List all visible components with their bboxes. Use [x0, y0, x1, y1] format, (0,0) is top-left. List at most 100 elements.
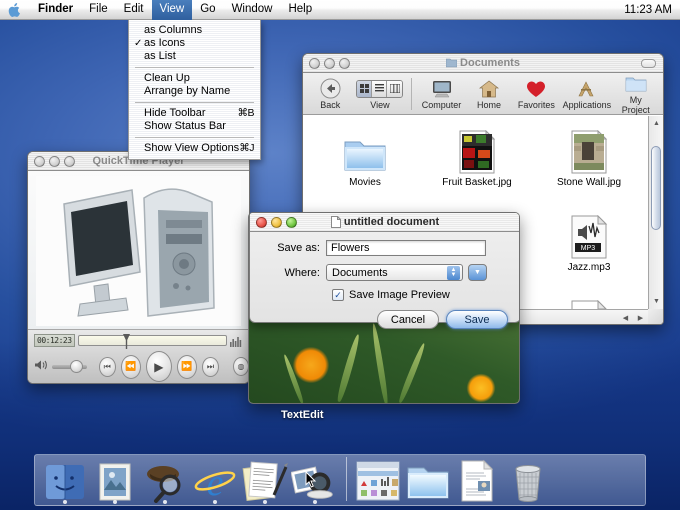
column-view-button[interactable]: [387, 81, 402, 97]
menu-item-clean-up[interactable]: Clean Up: [129, 72, 260, 85]
toolbar-label: Favorites: [518, 100, 555, 110]
save-as-input[interactable]: Flowers: [326, 240, 486, 256]
menu-view[interactable]: View: [152, 0, 193, 20]
menu-help[interactable]: Help: [280, 0, 320, 20]
save-image-preview-row[interactable]: ✓ Save Image Preview: [332, 289, 520, 301]
dock-item-document[interactable]: [454, 455, 502, 503]
fast-forward-button[interactable]: ⏩: [177, 355, 197, 379]
menu-go[interactable]: Go: [192, 0, 223, 20]
save-dialog-titlebar[interactable]: untitled document: [250, 213, 520, 232]
resize-grip-icon[interactable]: ◍: [233, 357, 249, 376]
file-item-stone-wall[interactable]: Stone Wall.jpg: [533, 124, 645, 209]
dock-item-internet-explorer[interactable]: e: [191, 455, 239, 503]
menu-file[interactable]: File: [81, 0, 116, 20]
resize-corner[interactable]: [648, 309, 663, 324]
toolbar-applications-button[interactable]: Applications: [563, 78, 610, 110]
leaf-icon: [371, 323, 390, 404]
minimize-button[interactable]: [324, 58, 335, 69]
dock-item-textedit[interactable]: [241, 455, 289, 503]
file-item-jazz-mp3[interactable]: MP3 Jazz.mp3: [533, 209, 645, 294]
volume-knob[interactable]: [70, 360, 83, 373]
menu-item-as-list[interactable]: as List: [129, 50, 260, 63]
toolbar-back-button[interactable]: Back: [309, 78, 351, 110]
dock-item-system-preferences[interactable]: [354, 455, 402, 503]
scroll-down-arrow[interactable]: ▼: [649, 294, 664, 309]
documents-folder-icon: [404, 461, 452, 503]
menu-window[interactable]: Window: [224, 0, 281, 20]
menu-item-hide-toolbar[interactable]: Hide Toolbar ⌘B: [129, 107, 260, 120]
minimize-button[interactable]: [49, 156, 60, 167]
svg-text:e: e: [207, 462, 224, 503]
save-image-preview-checkbox[interactable]: ✓: [332, 289, 344, 301]
sheet-button-row: Cancel Save: [250, 310, 508, 329]
close-button[interactable]: [309, 58, 320, 69]
menu-item-arrange-by-name[interactable]: Arrange by Name: [129, 85, 260, 98]
menu-item-label: as Columns: [144, 24, 202, 37]
play-button[interactable]: ▶: [146, 351, 172, 382]
menu-edit[interactable]: Edit: [116, 0, 152, 20]
zoom-button[interactable]: [339, 58, 350, 69]
scroll-up-arrow[interactable]: ▲: [649, 116, 664, 131]
toolbar-label: My Project: [622, 95, 650, 115]
zoom-button[interactable]: [64, 156, 75, 167]
zoom-button[interactable]: [286, 217, 297, 228]
scroll-right-arrow[interactable]: ▶: [633, 310, 648, 325]
vertical-scroll-thumb[interactable]: [651, 146, 661, 230]
file-item-movies[interactable]: Movies: [309, 124, 421, 209]
running-indicator: [63, 500, 67, 504]
menu-item-show-status-bar[interactable]: Show Status Bar: [129, 120, 260, 133]
toolbar-toggle-button[interactable]: [641, 59, 656, 68]
menu-separator: [135, 67, 254, 68]
toolbar-my-project-button[interactable]: My Project: [615, 73, 657, 115]
rewind-button[interactable]: ⏪: [121, 355, 141, 379]
document-icon: [458, 459, 498, 503]
file-item-fruit-basket[interactable]: Fruit Basket.jpg: [421, 124, 533, 209]
scroll-left-arrow[interactable]: ◀: [618, 310, 633, 325]
documents-titlebar[interactable]: Documents: [303, 54, 663, 73]
menu-bar-clock[interactable]: 11:23 AM: [624, 4, 672, 16]
where-popup-menu[interactable]: Documents ▲▼: [326, 264, 463, 281]
previous-button[interactable]: ⏮: [99, 357, 116, 377]
apple-logo-icon[interactable]: [8, 3, 20, 17]
quicktime-timeline[interactable]: 00:12:23: [34, 334, 243, 347]
audio-file-icon: MP3: [570, 209, 608, 259]
save-button[interactable]: Save: [446, 310, 508, 329]
toolbar-computer-button[interactable]: Computer: [420, 78, 462, 110]
menu-item-shortcut: ⌘B: [237, 107, 254, 120]
image-document-window[interactable]: untitled document Save as: Flowers Where…: [248, 212, 520, 404]
playhead-icon[interactable]: [123, 334, 130, 349]
vertical-scrollbar[interactable]: ▲ ▼: [648, 116, 663, 309]
dock-item-finder[interactable]: [41, 455, 89, 503]
dock-item-sherlock[interactable]: [141, 455, 189, 503]
home-icon: [468, 78, 510, 100]
scrubber-track[interactable]: [78, 335, 227, 346]
document-file-icon: [570, 294, 608, 309]
documents-title: Documents: [446, 57, 520, 69]
dock-item-mail[interactable]: [91, 455, 139, 503]
menu-finder[interactable]: Finder: [30, 0, 81, 20]
file-item-read-me[interactable]: Read me: [533, 294, 645, 309]
menu-item-as-icons[interactable]: ✓ as Icons: [129, 37, 260, 50]
save-dialog-title: untitled document: [344, 216, 439, 228]
dock-item-trash[interactable]: [504, 455, 552, 503]
volume-slider[interactable]: [52, 365, 87, 369]
menu-item-show-view-options[interactable]: Show View Options ⌘J: [129, 142, 260, 155]
toolbar-view-control[interactable]: View: [356, 78, 403, 110]
minimize-button[interactable]: [271, 217, 282, 228]
speaker-icon[interactable]: [34, 359, 48, 374]
quicktime-video-area[interactable]: [28, 171, 249, 331]
icon-view-button[interactable]: [357, 81, 372, 97]
menu-item-as-columns[interactable]: as Columns: [129, 24, 260, 37]
list-view-button[interactable]: [372, 81, 387, 97]
quicktime-player-window[interactable]: QuickTime Player: [27, 151, 250, 384]
close-button[interactable]: [34, 156, 45, 167]
power-mac-g4-image: [36, 176, 241, 326]
expand-browser-button[interactable]: ▼: [468, 264, 487, 281]
dock-item-documents-folder[interactable]: [404, 455, 452, 503]
cancel-button[interactable]: Cancel: [377, 310, 439, 329]
dock-separator: [346, 457, 347, 501]
toolbar-home-button[interactable]: Home: [468, 78, 510, 110]
next-button[interactable]: ⏭: [202, 357, 219, 377]
toolbar-favorites-button[interactable]: Favorites: [515, 78, 557, 110]
close-button[interactable]: [256, 217, 267, 228]
